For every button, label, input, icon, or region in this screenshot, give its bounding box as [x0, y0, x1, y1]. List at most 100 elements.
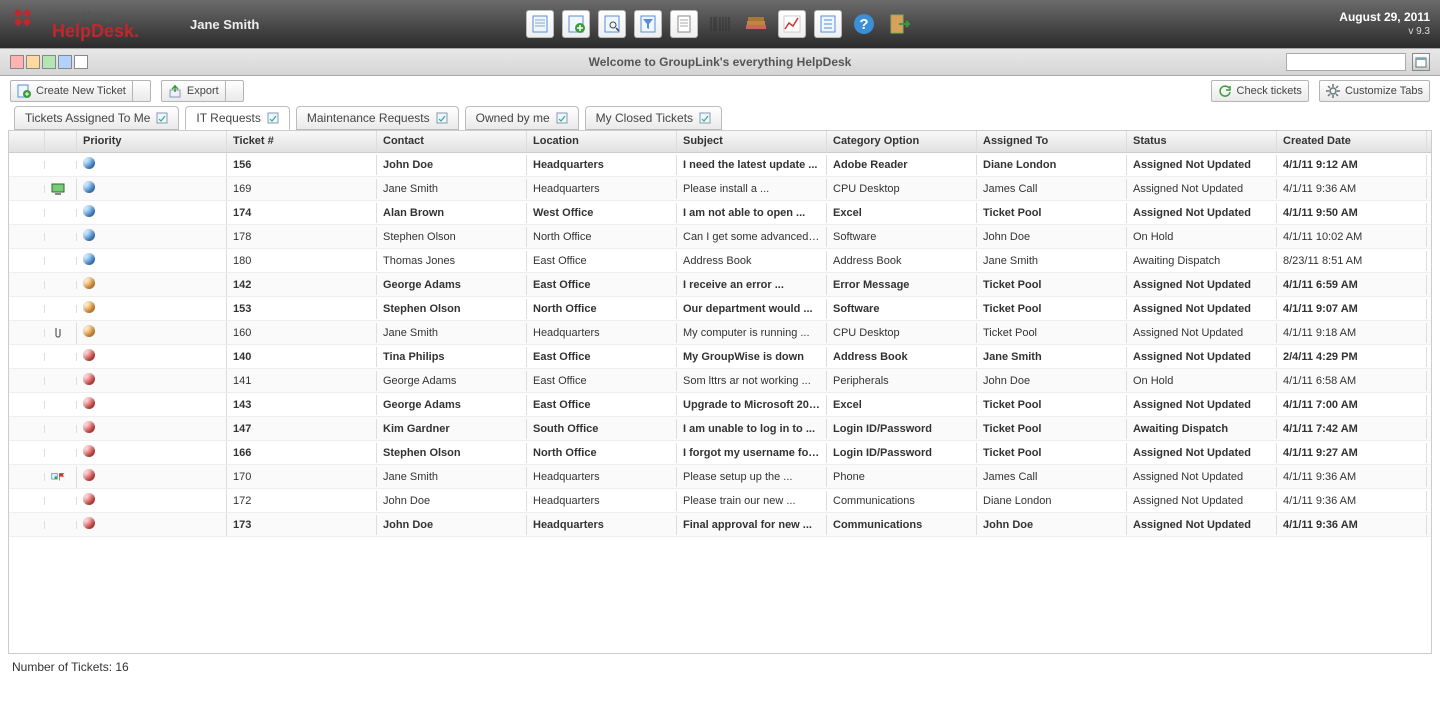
toolbar-document-icon[interactable] — [670, 10, 698, 38]
cell-contact: John Doe — [377, 155, 527, 175]
tab-label: IT Requests — [196, 111, 260, 125]
cell-contact: Stephen Olson — [377, 299, 527, 319]
cell-status: Awaiting Dispatch — [1127, 251, 1277, 271]
table-row[interactable]: 166Stephen OlsonNorth OfficeI forgot my … — [9, 441, 1431, 465]
col-created[interactable]: Created Date — [1277, 131, 1427, 152]
cell-priority — [77, 321, 227, 344]
table-row[interactable]: 174Alan BrownWest OfficeI am not able to… — [9, 201, 1431, 225]
cell-subject: Our department would ... — [677, 299, 827, 319]
table-row[interactable]: 143George AdamsEast OfficeUpgrade to Mic… — [9, 393, 1431, 417]
toolbar-exit-icon[interactable] — [886, 10, 914, 38]
table-row[interactable]: 173John DoeHeadquartersFinal approval fo… — [9, 513, 1431, 537]
check-tickets-label: Check tickets — [1237, 85, 1302, 97]
col-contact[interactable]: Contact — [377, 131, 527, 152]
table-row[interactable]: 169Jane SmithHeadquartersPlease install … — [9, 177, 1431, 201]
theme-swatch[interactable] — [42, 55, 56, 69]
cell-contact: Jane Smith — [377, 467, 527, 487]
cell-ticket: 172 — [227, 491, 377, 511]
cell-selector — [9, 161, 45, 169]
cell-category: Address Book — [827, 347, 977, 367]
theme-swatch[interactable] — [74, 55, 88, 69]
cell-created: 4/1/11 6:58 AM — [1277, 371, 1427, 391]
cell-subject: My computer is running ... — [677, 323, 827, 343]
tab-my-closed-tickets[interactable]: My Closed Tickets — [585, 106, 722, 130]
cell-location: Headquarters — [527, 491, 677, 511]
theme-swatch[interactable] — [10, 55, 24, 69]
toolbar-search-icon[interactable] — [598, 10, 626, 38]
grid-header-row: Priority Ticket # Contact Location Subje… — [9, 131, 1431, 153]
toolbar-help-icon[interactable]: ? — [850, 10, 878, 38]
create-ticket-button[interactable]: Create New Ticket — [10, 80, 151, 102]
cell-indicator — [45, 178, 77, 200]
svg-text:?: ? — [859, 16, 868, 33]
cell-category: Error Message — [827, 275, 977, 295]
check-tickets-button[interactable]: Check tickets — [1211, 80, 1309, 102]
cell-subject: Som lttrs ar not working ... — [677, 371, 827, 391]
toolbar-books-icon[interactable] — [742, 10, 770, 38]
cell-ticket: 169 — [227, 179, 377, 199]
priority-dot-icon — [83, 277, 95, 289]
cell-assigned: John Doe — [977, 371, 1127, 391]
logo-text-top: everything — [52, 9, 139, 22]
search-input[interactable] — [1286, 53, 1406, 71]
cell-subject: Please install a ... — [677, 179, 827, 199]
toolbar-barcode-icon[interactable] — [706, 10, 734, 38]
cell-selector — [9, 521, 45, 529]
ticket-count: Number of Tickets: 16 — [12, 660, 129, 674]
tab-tickets-assigned-to-me[interactable]: Tickets Assigned To Me — [14, 106, 179, 130]
toolbar-filter-icon[interactable] — [634, 10, 662, 38]
col-status[interactable]: Status — [1127, 131, 1277, 152]
export-dropdown[interactable] — [226, 80, 244, 102]
action-bar: Create New Ticket Export Check tickets C… — [0, 76, 1440, 106]
table-row[interactable]: 178Stephen OlsonNorth OfficeCan I get so… — [9, 225, 1431, 249]
tab-owned-by-me[interactable]: Owned by me — [465, 106, 579, 130]
tab-it-requests[interactable]: IT Requests — [185, 106, 289, 130]
col-assigned[interactable]: Assigned To — [977, 131, 1127, 152]
cell-priority — [77, 369, 227, 392]
search-go-button[interactable] — [1412, 53, 1430, 71]
col-subject[interactable]: Subject — [677, 131, 827, 152]
create-ticket-dropdown[interactable] — [133, 80, 151, 102]
toolbar-new-icon[interactable] — [562, 10, 590, 38]
table-row[interactable]: 170Jane SmithHeadquartersPlease setup up… — [9, 465, 1431, 489]
cell-subject: Please train our new ... — [677, 491, 827, 511]
theme-swatch[interactable] — [26, 55, 40, 69]
table-row[interactable]: 156John DoeHeadquartersI need the latest… — [9, 153, 1431, 177]
col-location[interactable]: Location — [527, 131, 677, 152]
table-row[interactable]: 153Stephen OlsonNorth OfficeOur departme… — [9, 297, 1431, 321]
tab-label: My Closed Tickets — [596, 111, 693, 125]
logo-text-bottom: HelpDesk. — [52, 22, 139, 40]
col-flag[interactable] — [9, 131, 45, 152]
toolbar-notes-icon[interactable] — [526, 10, 554, 38]
table-row[interactable]: 141George AdamsEast OfficeSom lttrs ar n… — [9, 369, 1431, 393]
toolbar-list-icon[interactable] — [814, 10, 842, 38]
table-row[interactable]: 147Kim GardnerSouth OfficeI am unable to… — [9, 417, 1431, 441]
cell-subject: Address Book — [677, 251, 827, 271]
priority-dot-icon — [83, 517, 95, 529]
cell-ticket: 156 — [227, 155, 377, 175]
export-icon — [168, 84, 182, 98]
table-row[interactable]: 142George AdamsEast OfficeI receive an e… — [9, 273, 1431, 297]
col-indicator[interactable] — [45, 131, 77, 152]
cell-created: 4/1/11 9:12 AM — [1277, 155, 1427, 175]
theme-swatch[interactable] — [58, 55, 72, 69]
table-row[interactable]: 180Thomas JonesEast OfficeAddress BookAd… — [9, 249, 1431, 273]
tab-maintenance-requests[interactable]: Maintenance Requests — [296, 106, 459, 130]
toolbar-chart-icon[interactable] — [778, 10, 806, 38]
col-ticket[interactable]: Ticket # — [227, 131, 377, 152]
priority-dot-icon — [83, 469, 95, 481]
cell-subject: I receive an error ... — [677, 275, 827, 295]
customize-tabs-button[interactable]: Customize Tabs — [1319, 80, 1430, 102]
table-row[interactable]: 160Jane SmithHeadquartersMy computer is … — [9, 321, 1431, 345]
cell-created: 4/1/11 9:07 AM — [1277, 299, 1427, 319]
col-category[interactable]: Category Option — [827, 131, 977, 152]
cell-status: Assigned Not Updated — [1127, 515, 1277, 535]
col-priority[interactable]: Priority — [77, 131, 227, 152]
table-row[interactable]: 172John DoeHeadquartersPlease train our … — [9, 489, 1431, 513]
table-row[interactable]: 140Tina PhilipsEast OfficeMy GroupWise i… — [9, 345, 1431, 369]
cell-selector — [9, 401, 45, 409]
priority-dot-icon — [83, 421, 95, 433]
cell-created: 4/1/11 9:36 AM — [1277, 179, 1427, 199]
export-button[interactable]: Export — [161, 80, 244, 102]
priority-dot-icon — [83, 253, 95, 265]
